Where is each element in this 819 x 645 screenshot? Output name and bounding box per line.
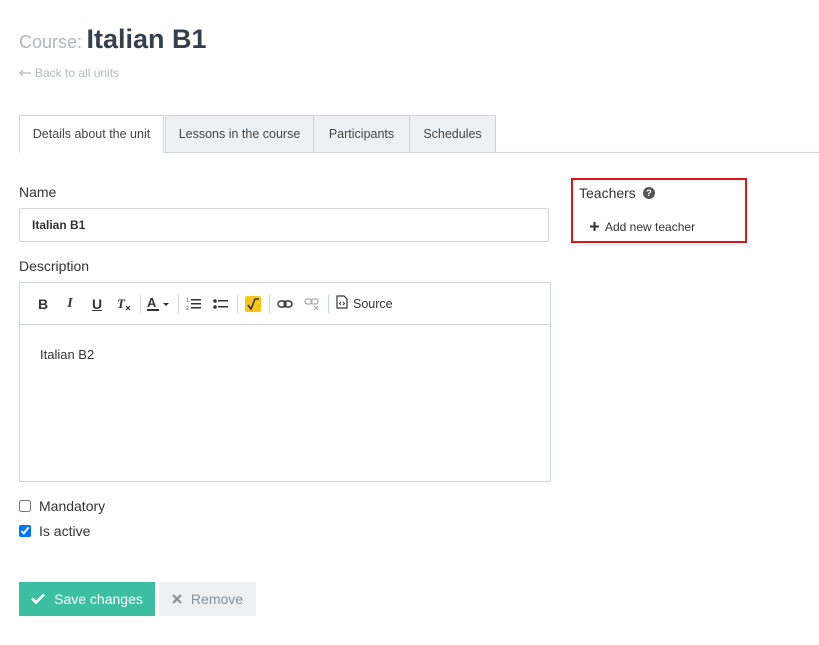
course-header: Course: Italian B1 [19, 24, 207, 55]
course-prefix: Course: [19, 32, 83, 52]
back-link[interactable]: Back to all units [19, 66, 119, 80]
toolbar-divider [140, 294, 141, 313]
teachers-label: Teachers [579, 185, 636, 201]
svg-text:A: A [147, 296, 157, 310]
toolbar-divider [237, 294, 238, 313]
text-color-icon[interactable]: A [145, 293, 173, 315]
tab-lessons[interactable]: Lessons in the course [165, 115, 314, 153]
add-teacher-label: Add new teacher [605, 220, 696, 234]
mandatory-row[interactable]: Mandatory [19, 498, 105, 514]
numbered-list-icon[interactable]: 12 [183, 293, 205, 315]
unlink-icon[interactable] [301, 293, 323, 315]
source-button[interactable]: Source [336, 295, 393, 312]
math-formula-icon[interactable] [242, 293, 264, 315]
remove-button[interactable]: Remove [159, 582, 256, 616]
description-editor: B I U T A 12 Source Italian B2 [19, 282, 551, 482]
italic-icon[interactable]: I [59, 293, 81, 315]
remove-format-icon[interactable]: T [113, 293, 135, 315]
close-icon [172, 591, 182, 607]
svg-text:2: 2 [186, 306, 189, 311]
tab-schedules[interactable]: Schedules [409, 115, 496, 153]
help-icon[interactable]: ? [642, 187, 655, 199]
tab-bar: Details about the unit Lessons in the co… [19, 115, 819, 153]
save-label: Save changes [54, 591, 143, 607]
description-label: Description [19, 258, 90, 274]
source-label: Source [353, 296, 393, 311]
teachers-panel: Teachers ? Add new teacher [571, 178, 747, 243]
source-icon [336, 295, 348, 312]
checkmark-icon [31, 591, 46, 607]
save-button[interactable]: Save changes [19, 582, 155, 616]
active-label: Is active [39, 523, 91, 539]
bold-icon[interactable]: B [32, 293, 54, 315]
back-link-label: Back to all units [35, 66, 120, 80]
svg-text:1: 1 [186, 298, 189, 304]
arrow-left-icon [19, 66, 32, 80]
editor-content[interactable]: Italian B2 [20, 325, 550, 482]
editor-toolbar: B I U T A 12 Source [20, 283, 550, 325]
tab-participants[interactable]: Participants [313, 115, 410, 153]
tab-details[interactable]: Details about the unit [19, 115, 164, 153]
mandatory-checkbox[interactable] [19, 500, 31, 512]
svg-text:T: T [117, 296, 126, 311]
underline-icon[interactable]: U [86, 293, 108, 315]
remove-label: Remove [190, 591, 244, 607]
bulleted-list-icon[interactable] [210, 293, 232, 315]
mandatory-label: Mandatory [39, 498, 106, 514]
active-checkbox[interactable] [19, 525, 31, 537]
name-input[interactable] [19, 208, 549, 242]
link-icon[interactable] [274, 293, 296, 315]
toolbar-divider [328, 294, 329, 313]
name-label: Name [19, 184, 57, 200]
teachers-title: Teachers ? [579, 185, 655, 201]
toolbar-divider [178, 294, 179, 313]
active-row[interactable]: Is active [19, 523, 90, 539]
toolbar-divider [269, 294, 270, 313]
plus-icon [590, 220, 599, 234]
page-title: Italian B1 [86, 24, 207, 54]
add-teacher-button[interactable]: Add new teacher [590, 220, 695, 234]
